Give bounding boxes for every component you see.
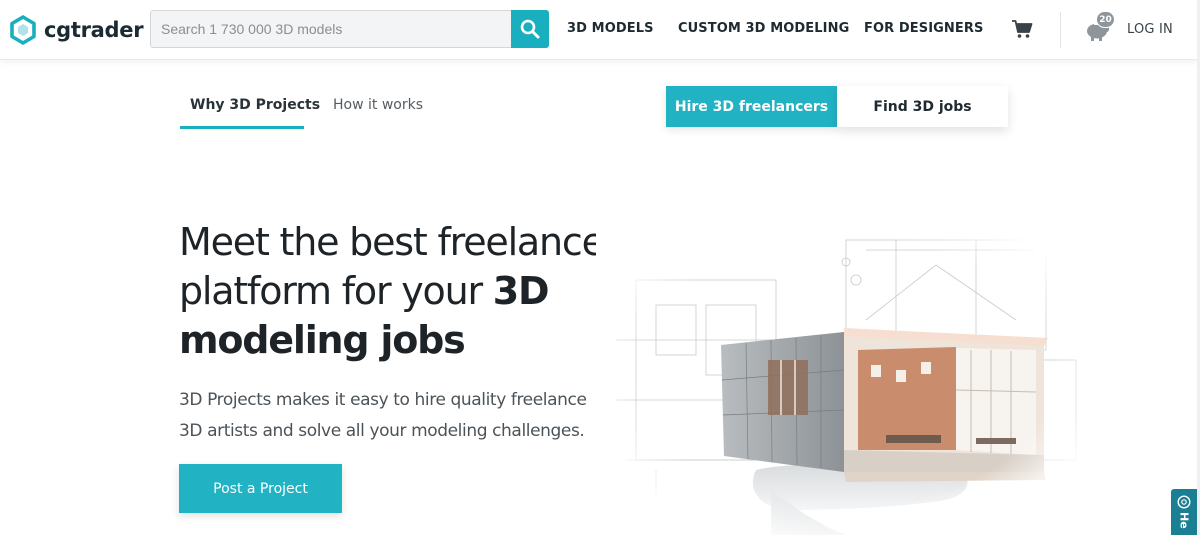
search-input[interactable] bbox=[150, 10, 511, 48]
find-3d-jobs-toggle[interactable]: Find 3D jobs bbox=[837, 86, 1008, 127]
hero-title: Meet the best freelance platform for you… bbox=[179, 218, 609, 365]
tab-how-it-works[interactable]: How it works bbox=[333, 97, 423, 113]
nav-for-designers[interactable]: FOR DESIGNERS bbox=[864, 21, 983, 36]
login-link[interactable]: LOG IN bbox=[1127, 22, 1173, 37]
help-circle-icon bbox=[1177, 495, 1191, 509]
cgtrader-logo-icon bbox=[10, 15, 36, 45]
hero-description: 3D Projects makes it easy to hire qualit… bbox=[179, 390, 587, 441]
help-widget-label: He bbox=[1177, 512, 1191, 529]
help-widget-tab[interactable]: He bbox=[1171, 489, 1197, 535]
nav-divider bbox=[1060, 12, 1061, 48]
nav-custom-3d-modeling[interactable]: CUSTOM 3D MODELING bbox=[678, 21, 849, 36]
search-button[interactable] bbox=[511, 10, 549, 48]
top-navigation-bar: cgtrader 3D MODELS CUSTOM 3D MODELING FO… bbox=[0, 0, 1200, 60]
hero-3d-room-illustration bbox=[596, 210, 1096, 535]
active-tab-indicator bbox=[180, 126, 304, 129]
logo-wordmark: cgtrader bbox=[44, 18, 144, 42]
tab-why-3d-projects[interactable]: Why 3D Projects bbox=[190, 97, 320, 113]
post-a-project-button[interactable]: Post a Project bbox=[179, 464, 342, 513]
search-icon bbox=[520, 19, 540, 39]
search-bar bbox=[150, 10, 549, 48]
notification-count-badge: 20 bbox=[1096, 11, 1115, 28]
nav-3d-models[interactable]: 3D MODELS bbox=[567, 21, 654, 36]
cart-icon[interactable] bbox=[1011, 19, 1033, 39]
cgtrader-logo[interactable]: cgtrader bbox=[8, 14, 144, 46]
hire-3d-freelancers-toggle[interactable]: Hire 3D freelancers bbox=[666, 86, 837, 127]
